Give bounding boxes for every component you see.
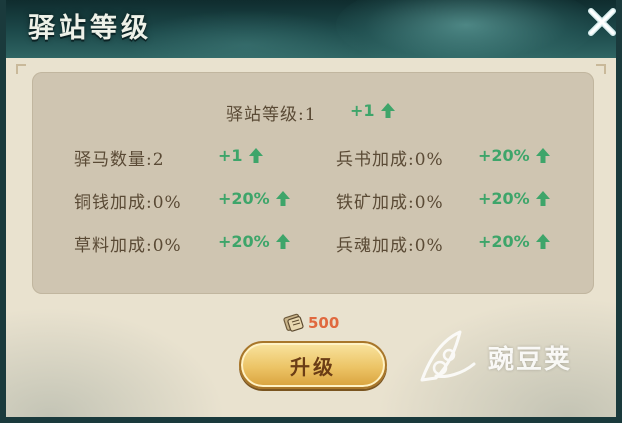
watermark-text: 豌豆荚	[488, 344, 573, 375]
bonus-value: +20%	[478, 232, 530, 251]
arrow-up-icon	[535, 234, 550, 249]
stat-label-iron-ore: 铁矿加成:0%	[336, 193, 444, 213]
bonus-value: +20%	[478, 189, 530, 208]
scroll-icon	[283, 313, 304, 332]
station-level-bonus: +1	[350, 101, 395, 120]
close-icon[interactable]	[584, 4, 620, 40]
stat-bonus-fodder: +20%	[218, 232, 290, 251]
ink-wash-decoration	[336, 0, 596, 58]
stat-bonus-military-books: +20%	[478, 146, 550, 165]
pea-pod-logo-icon	[420, 330, 476, 382]
stat-bonus-iron-ore: +20%	[478, 189, 550, 208]
arrow-up-icon	[275, 234, 290, 249]
cost-value: 500	[308, 314, 340, 332]
stat-label-military-books: 兵书加成:0%	[336, 150, 444, 170]
corner-ornament	[16, 64, 26, 74]
stat-bonus-horses: +1	[218, 146, 263, 165]
dialog-header: 驿站等级	[6, 0, 620, 58]
stat-label-soldier-soul: 兵魂加成:0%	[336, 236, 444, 256]
upgrade-cost: 500	[282, 312, 339, 334]
ink-decoration	[6, 307, 226, 417]
corner-ornament	[596, 64, 606, 74]
bonus-value: +20%	[478, 146, 530, 165]
upgrade-button-label: 升级	[290, 354, 336, 379]
bonus-value: +1	[218, 146, 243, 165]
stat-label-horses: 驿马数量:2	[74, 150, 165, 170]
bonus-value: +20%	[218, 232, 270, 251]
watermark: 豌豆荚	[416, 328, 572, 386]
station-level-label: 驿站等级:1	[226, 105, 317, 125]
bonus-value: +20%	[218, 189, 270, 208]
stat-label-copper-coins: 铜钱加成:0%	[74, 193, 182, 213]
dialog-title: 驿站等级	[28, 13, 152, 44]
upgrade-button[interactable]: 升级	[239, 341, 387, 389]
arrow-up-icon	[248, 148, 263, 163]
station-level-dialog: 驿站等级 驿站等级:1 +1 驿马数量:2 +1 兵书加成:0% +20% 铜钱…	[0, 0, 622, 423]
bonus-value: +1	[350, 101, 375, 120]
arrow-up-icon	[380, 103, 395, 118]
arrow-up-icon	[535, 191, 550, 206]
ink-wash-decoration	[126, 10, 366, 58]
stats-panel: 驿站等级:1 +1 驿马数量:2 +1 兵书加成:0% +20% 铜钱加成:0%…	[32, 72, 594, 294]
stat-bonus-copper-coins: +20%	[218, 189, 290, 208]
stat-bonus-soldier-soul: +20%	[478, 232, 550, 251]
arrow-up-icon	[535, 148, 550, 163]
stat-label-fodder: 草料加成:0%	[74, 236, 182, 256]
arrow-up-icon	[275, 191, 290, 206]
